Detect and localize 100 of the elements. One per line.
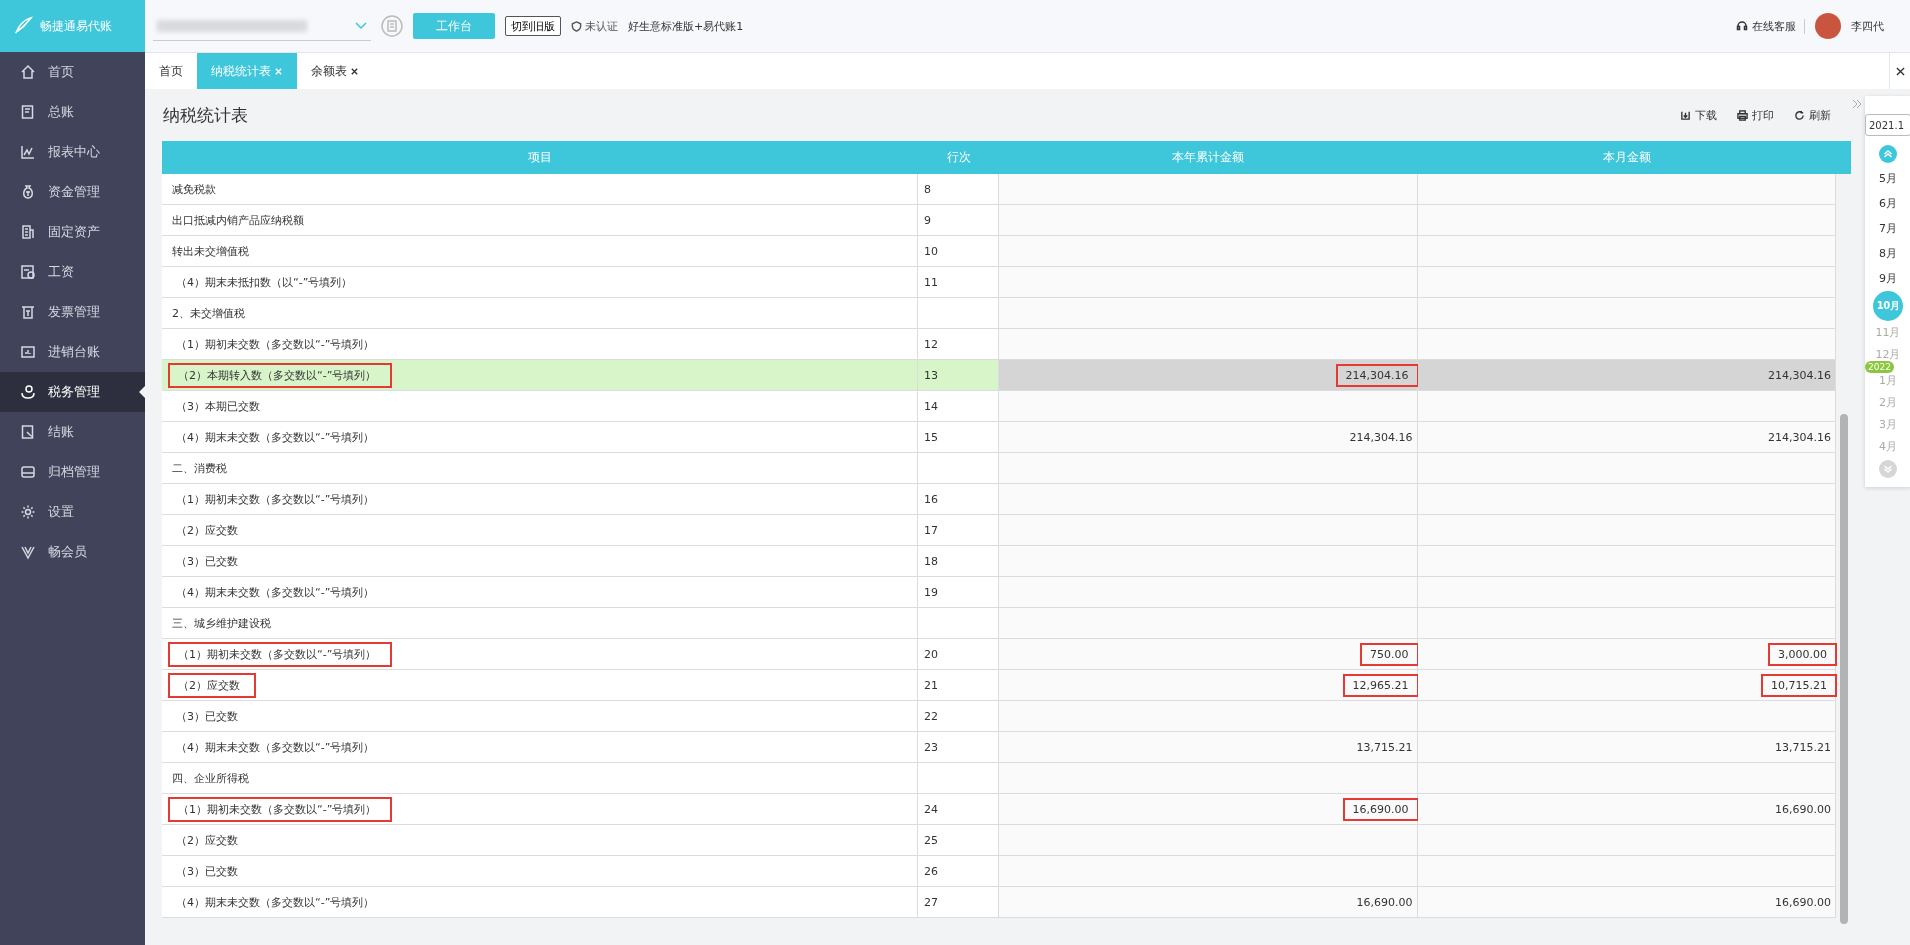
refresh-icon: [1794, 109, 1805, 121]
invoice-icon: [20, 304, 36, 320]
table-cell: 16: [918, 484, 999, 514]
date-field[interactable]: 2021.1: [1865, 114, 1910, 136]
highlight-box: （2）本期转入数（多交数以“-”号填列）: [168, 362, 393, 388]
close-icon: [350, 66, 359, 76]
table-row[interactable]: 2、未交增值税: [162, 298, 1836, 329]
toolbar-button[interactable]: 刷新: [1794, 107, 1831, 123]
sidebar-item[interactable]: 发票管理: [0, 292, 145, 332]
table-cell: 10: [918, 236, 999, 266]
sidebar-item[interactable]: 总账: [0, 92, 145, 132]
sidebar-item[interactable]: 资金管理: [0, 172, 145, 212]
table-row[interactable]: （1）期初未交数（多交数以“-”号填列） 12: [162, 329, 1836, 360]
switch-version-button[interactable]: 切到旧版: [505, 16, 561, 36]
month-item[interactable]: 5月: [1873, 166, 1903, 191]
scroll-up-icon: [1879, 145, 1897, 163]
month-item[interactable]: 9月: [1873, 266, 1903, 291]
sidebar-item[interactable]: 归档管理: [0, 452, 145, 492]
year-badge: 2022: [1865, 361, 1894, 373]
table-row[interactable]: 二、消费税: [162, 453, 1836, 484]
table-cell: 出口抵减内销产品应纳税额: [162, 205, 918, 235]
table-row[interactable]: 转出未交增值税 10: [162, 236, 1836, 267]
table-cell: 25: [918, 825, 999, 855]
table-cell: 三、城乡维护建设税: [162, 608, 918, 638]
sidebar-item[interactable]: 设置: [0, 492, 145, 532]
avatar[interactable]: [1815, 13, 1841, 39]
table-row[interactable]: （3）已交数 22: [162, 701, 1836, 732]
headset-icon: [1736, 20, 1748, 32]
chart-icon: [20, 144, 36, 160]
table-row[interactable]: （3）已交数 18: [162, 546, 1836, 577]
sidebar-item[interactable]: 固定资产: [0, 212, 145, 252]
user-name[interactable]: 李四代: [1851, 18, 1884, 34]
toolbar-button[interactable]: 下载: [1680, 107, 1717, 123]
money-bag-icon: [20, 184, 36, 200]
table-row[interactable]: （4）期末未交数（多交数以“-”号填列） 19: [162, 577, 1836, 608]
table-cell: 二、消费税: [162, 453, 918, 483]
sidebar-item[interactable]: 工资: [0, 252, 145, 292]
tab[interactable]: 余额表: [297, 53, 373, 89]
table-cell: 17: [918, 515, 999, 545]
table-cell: 24: [918, 794, 999, 824]
table-cell: 16,690.00: [1417, 887, 1836, 917]
month-item[interactable]: 8月: [1873, 241, 1903, 266]
tab[interactable]: 首页: [145, 53, 197, 89]
highlight-box: 10,715.21: [1761, 673, 1837, 697]
building-icon: [20, 224, 36, 240]
sidebar-item[interactable]: 结账: [0, 412, 145, 452]
table-cell: （3）已交数: [162, 856, 918, 886]
table-cell: 13: [918, 360, 999, 390]
table-cell: 12: [918, 329, 999, 359]
table-row[interactable]: （4）期末未交数（多交数以“-”号填列） 23 13,715.21 13,715.21: [162, 732, 1836, 763]
table-row[interactable]: 减免税款 8: [162, 174, 1836, 205]
table-cell: 27: [918, 887, 999, 917]
hand-coin-icon: [20, 384, 36, 400]
table-cell: （4）期末未交数（多交数以“-”号填列）: [162, 732, 918, 762]
table-cell: 四、企业所得税: [162, 763, 918, 793]
table-cell: 20: [918, 639, 999, 669]
table-row[interactable]: 三、城乡维护建设税: [162, 608, 1836, 639]
archive-icon: [20, 464, 36, 480]
table-row[interactable]: （4）期末未交数（多交数以“-”号填列） 27 16,690.00 16,690.00: [162, 887, 1836, 918]
table-row[interactable]: 出口抵减内销产品应纳税额 9: [162, 205, 1836, 236]
table-cell: 16,690.00: [999, 887, 1418, 917]
highlight-box: 16,690.00: [1342, 797, 1419, 821]
table-row[interactable]: （3）已交数 26: [162, 856, 1836, 887]
table-cell: （4）期末未交数（多交数以“-”号填列）: [162, 887, 918, 917]
payroll-icon: [20, 264, 36, 280]
table-row[interactable]: （3）本期已交数 14: [162, 391, 1836, 422]
table-row[interactable]: （2）本期转入数（多交数以“-”号填列） 13 214,304.16 214,304.16: [162, 360, 1836, 391]
table-row[interactable]: （1）期初未交数（多交数以“-”号填列） 16: [162, 484, 1836, 515]
table-row[interactable]: （4）期末未抵扣数（以“-”号填列） 11: [162, 267, 1836, 298]
table-cell: 9: [918, 205, 999, 235]
table-cell: 214,304.16: [1417, 360, 1836, 390]
edition-label: 好生意标准版+易代账1: [628, 18, 744, 34]
month-item[interactable]: 6月: [1873, 191, 1903, 216]
table-row[interactable]: （1）期初未交数（多交数以“-”号填列） 24 16,690.00 16,690.00: [162, 794, 1836, 825]
column-header: 本月金额: [1601, 149, 1652, 166]
column-header: 本年累计金额: [1171, 149, 1246, 166]
auth-status: 未认证: [585, 18, 618, 34]
sidebar-item[interactable]: 畅会员: [0, 532, 145, 572]
table-row[interactable]: （1）期初未交数（多交数以“-”号填列） 20 750.00 3,000.00: [162, 639, 1836, 670]
sidebar-item[interactable]: 进销台账: [0, 332, 145, 372]
table-cell: 19: [918, 577, 999, 607]
sidebar-item[interactable]: 报表中心: [0, 132, 145, 172]
table-row[interactable]: （2）应交数 25: [162, 825, 1836, 856]
support-link[interactable]: 在线客服: [1752, 18, 1796, 34]
sidebar-item[interactable]: 首页: [0, 52, 145, 92]
table-row[interactable]: （2）应交数 17: [162, 515, 1836, 546]
table-row[interactable]: 四、企业所得税: [162, 763, 1836, 794]
close-icon: [274, 66, 283, 76]
table-row[interactable]: （2）应交数 21 12,965.21 10,715.21: [162, 670, 1836, 701]
scrollbar-thumb[interactable]: [1839, 414, 1848, 924]
toolbar-button[interactable]: 打印: [1737, 107, 1774, 123]
highlight-box: （2）应交数: [168, 672, 256, 698]
table-row[interactable]: （4）期末未交数（多交数以“-”号填列） 15 214,304.16 214,304.16: [162, 422, 1836, 453]
table-cell: 14: [918, 391, 999, 421]
table-cell: （4）期末未抵扣数（以“-”号填列）: [162, 267, 918, 297]
month-item[interactable]: 7月: [1873, 216, 1903, 241]
sidebar-item[interactable]: 税务管理: [0, 372, 145, 412]
table-cell: 214,304.16: [999, 422, 1418, 452]
table-cell: （1）期初未交数（多交数以“-”号填列）: [162, 329, 918, 359]
board-icon: [20, 344, 36, 360]
